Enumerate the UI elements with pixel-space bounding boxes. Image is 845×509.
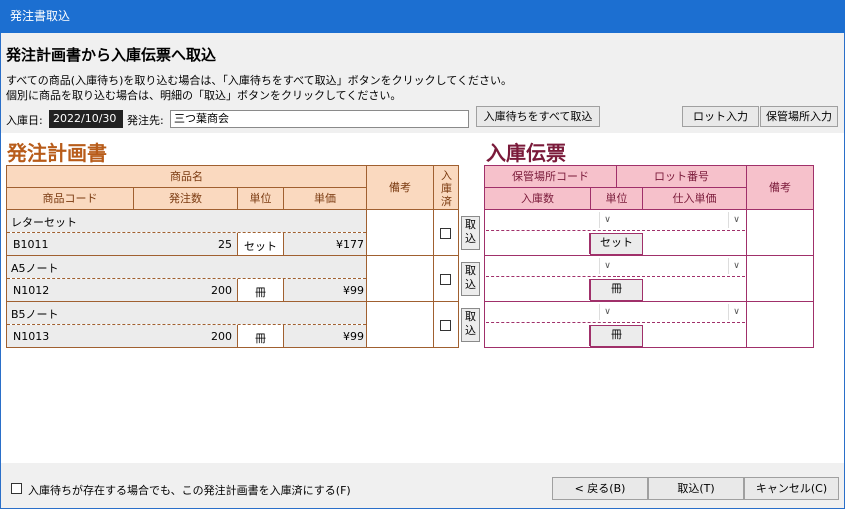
- po-row-1-unit: セット: [244, 240, 277, 253]
- po-header-product-code: 商品コード: [6, 187, 134, 210]
- slip-row-3-lot-select[interactable]: [617, 303, 745, 323]
- slip-row-1-unit: セット: [590, 233, 643, 255]
- slip-row-2-price-input[interactable]: [643, 279, 745, 300]
- po-row-3-qty: 200: [211, 330, 232, 343]
- slip-row-2-lot-select[interactable]: [617, 257, 745, 277]
- po-row-1-name: レターセット: [11, 216, 77, 229]
- po-row-3-name: B5ノート: [11, 308, 59, 321]
- slip-row-3-unit: 冊: [590, 325, 643, 347]
- slip-row-1-price-input[interactable]: [643, 233, 745, 254]
- po-row-1-divider: [7, 232, 366, 233]
- slip-header-purchase-price: 仕入単価: [642, 187, 747, 210]
- po-row-2-qty: 200: [211, 284, 232, 297]
- po-row-1-price: ¥177: [336, 238, 364, 251]
- instruction-line-1: すべての商品(入庫待ち)を取り込む場合は、「入庫待ちをすべて取込」ボタンをクリッ…: [6, 74, 512, 87]
- take-label-bottom: 込: [465, 232, 476, 245]
- date-value: 2022/10/30: [53, 112, 117, 125]
- po-section-title: 発注計画書: [7, 141, 107, 165]
- po-row-2-unit: 冊: [255, 286, 266, 299]
- chevron-down-icon[interactable]: ∨: [599, 212, 615, 228]
- import-button[interactable]: 取込(T): [648, 477, 744, 500]
- slip-row-1-remarks[interactable]: [746, 209, 814, 256]
- chevron-down-icon[interactable]: ∨: [728, 258, 744, 274]
- slip-row-2-storage-select[interactable]: [486, 257, 616, 277]
- po-row-1-code: B1011: [13, 238, 49, 251]
- slip-header-storage-code: 保管場所コード: [484, 165, 617, 188]
- slip-header-unit: 単位: [590, 187, 643, 210]
- po-header-received: 入庫済: [433, 165, 459, 210]
- chevron-down-icon[interactable]: ∨: [728, 304, 744, 320]
- take-label-top: 取: [465, 264, 476, 277]
- take-label-bottom: 込: [465, 324, 476, 337]
- date-field[interactable]: 2022/10/30: [49, 110, 123, 128]
- chevron-down-icon[interactable]: ∨: [599, 304, 615, 320]
- slip-row-3-qty-input[interactable]: [486, 325, 590, 346]
- slip-row-2-qty-input[interactable]: [486, 279, 590, 300]
- slip-header-lot-no: ロット番号: [616, 165, 747, 188]
- take-label-bottom: 込: [465, 278, 476, 291]
- mark-received-checkbox[interactable]: [11, 483, 22, 494]
- po-row-2-received-checkbox[interactable]: [440, 274, 451, 285]
- instruction-line-2: 個別に商品を取り込む場合は、明細の「取込」ボタンをクリックしてください。: [6, 89, 402, 102]
- mark-received-label[interactable]: 入庫待ちが存在する場合でも、この発注計画書を入庫済にする(F): [28, 482, 351, 498]
- chevron-down-icon[interactable]: ∨: [728, 212, 744, 228]
- slip-row-1-storage-select[interactable]: [486, 211, 616, 231]
- po-row-3-name-bg: [7, 302, 366, 324]
- supplier-value: 三つ葉商会: [174, 112, 229, 125]
- window-titlebar: 発注書取込: [0, 0, 845, 33]
- po-header-unit-price: 単価: [283, 187, 367, 210]
- window-title: 発注書取込: [10, 9, 71, 23]
- po-row-1-remarks[interactable]: [366, 209, 434, 256]
- po-row-2-take-button[interactable]: 取込: [461, 262, 480, 296]
- po-row-2-divider: [7, 278, 366, 279]
- cancel-button[interactable]: キャンセル(C): [744, 477, 839, 500]
- back-button[interactable]: < 戻る(B): [552, 477, 648, 500]
- po-row-2-name: A5ノート: [11, 262, 59, 275]
- slip-row-2-remarks[interactable]: [746, 255, 814, 302]
- slip-section-title: 入庫伝票: [486, 141, 566, 165]
- slip-header-receive-qty: 入庫数: [484, 187, 591, 210]
- po-header-order-qty: 発注数: [133, 187, 238, 210]
- take-label-top: 取: [465, 310, 476, 323]
- slip-row-3-price-input[interactable]: [643, 325, 745, 346]
- po-row-1-take-button[interactable]: 取込: [461, 216, 480, 250]
- po-row-2-name-bg: [7, 256, 366, 278]
- slip-row-3-remarks[interactable]: [746, 301, 814, 348]
- po-header-product-name: 商品名: [6, 165, 367, 188]
- supplier-field[interactable]: 三つ葉商会: [170, 110, 469, 128]
- po-row-2-code: N1012: [13, 284, 50, 297]
- page-title: 発注計画書から入庫伝票へ取込: [6, 46, 217, 64]
- po-row-3-received-checkbox[interactable]: [440, 320, 451, 331]
- po-row-3-divider: [7, 324, 366, 325]
- po-row-3-code: N1013: [13, 330, 50, 343]
- po-row-3-take-button[interactable]: 取込: [461, 308, 480, 342]
- date-label: 入庫日:: [6, 114, 43, 127]
- po-row-2-price: ¥99: [343, 284, 364, 297]
- po-header-unit: 単位: [237, 187, 284, 210]
- po-row-1-qty: 25: [218, 238, 232, 251]
- po-row-3-price: ¥99: [343, 330, 364, 343]
- slip-row-1-qty-input[interactable]: [486, 233, 590, 254]
- take-label-top: 取: [465, 218, 476, 231]
- slip-row-3-storage-select[interactable]: [486, 303, 616, 323]
- slip-row-2-unit: 冊: [590, 279, 643, 301]
- po-row-1-received-checkbox[interactable]: [440, 228, 451, 239]
- po-row-3-unit: 冊: [255, 332, 266, 345]
- po-row-3-remarks[interactable]: [366, 301, 434, 348]
- lot-input-button[interactable]: ロット入力: [682, 106, 759, 127]
- po-row-2-remarks[interactable]: [366, 255, 434, 302]
- slip-header-remarks: 備考: [746, 165, 814, 210]
- po-header-remarks: 備考: [366, 165, 434, 210]
- chevron-down-icon[interactable]: ∨: [599, 258, 615, 274]
- slip-row-1-lot-select[interactable]: [617, 211, 745, 231]
- storage-input-button[interactable]: 保管場所入力: [760, 106, 838, 127]
- supplier-label: 発注先:: [127, 114, 164, 127]
- take-all-button[interactable]: 入庫待ちをすべて取込: [476, 106, 600, 127]
